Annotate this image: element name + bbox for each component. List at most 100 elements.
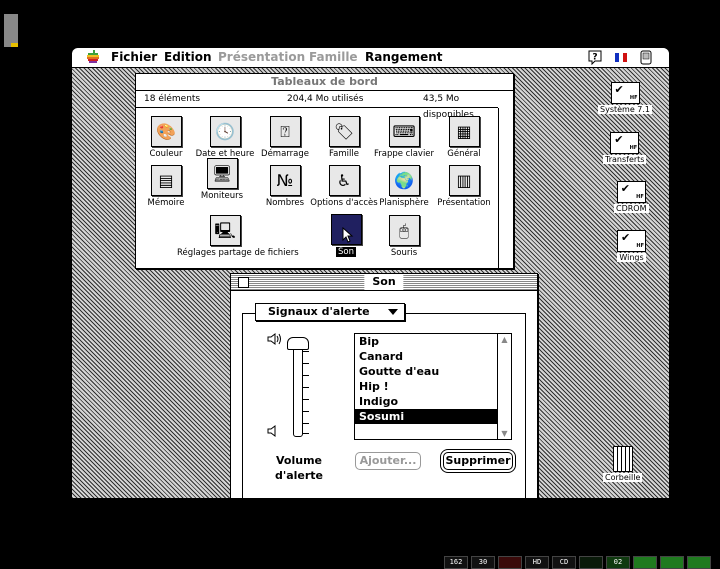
panel-label: Nombres: [265, 198, 305, 208]
alert-sound-list[interactable]: Bip Canard Goutte d'eau Hip ! Indigo Sos…: [354, 333, 512, 440]
menu-fichier[interactable]: Fichier: [111, 50, 157, 64]
disk-used: 204,4 Mo utilisés: [287, 94, 364, 104]
list-item[interactable]: Indigo: [355, 394, 497, 409]
volume-label-line2: d'alerte: [274, 469, 324, 482]
menu-bar: Fichier Edition Présentation Famille Ran…: [72, 48, 669, 68]
keyboard-icon: ⌨: [388, 116, 420, 147]
application-menu-icon[interactable]: [638, 50, 654, 65]
desktop-disk-wings[interactable]: ✔ Wings: [617, 230, 646, 262]
panel-partage-fichiers[interactable]: 🖳 Réglages partage de fichiers: [177, 215, 299, 258]
vertical-scrollbar[interactable]: [498, 108, 513, 268]
mouse-icon: 🖱: [388, 215, 420, 246]
numbers-icon: №: [269, 165, 301, 196]
slider-tick: [303, 433, 309, 434]
volume-slider-track[interactable]: [293, 343, 303, 437]
panel-label: Couleur: [149, 149, 183, 159]
list-item[interactable]: Hip !: [355, 379, 497, 394]
slider-tick: [303, 375, 309, 376]
window-title: Tableaux de bord: [263, 74, 386, 90]
desktop-icon-label: Système 7.1: [598, 105, 653, 114]
apple-menu-icon[interactable]: [86, 50, 100, 64]
status-hd: HD: [525, 556, 549, 569]
status-led: [579, 556, 603, 569]
hard-disk-icon: ✔: [610, 132, 640, 154]
panel-label: Mémoire: [147, 198, 185, 208]
mouse-cursor-icon: [342, 227, 353, 243]
status-cd: CD: [552, 556, 576, 569]
menu-rangement[interactable]: Rangement: [365, 50, 443, 64]
slider-tick: [303, 411, 309, 412]
speaker-loud-icon: [267, 333, 281, 345]
add-sound-button[interactable]: Ajouter...: [355, 452, 421, 470]
window-info-bar: 18 éléments 204,4 Mo utilisés 43,5 Mo di…: [136, 91, 498, 120]
slider-tick: [303, 363, 309, 364]
menu-famille[interactable]: Famille: [309, 50, 358, 64]
panel-label: Planisphère: [379, 198, 429, 208]
volume-label: Volume d'alerte: [267, 453, 331, 483]
help-balloon-icon[interactable]: ?: [587, 50, 603, 65]
list-item[interactable]: Bip: [355, 334, 497, 349]
desktop-disk-cdrom[interactable]: ✔ CDROM: [614, 181, 649, 213]
panel-label: Réglages partage de fichiers: [177, 248, 299, 258]
volume-label-line1: Volume: [276, 454, 322, 467]
menu-presentation[interactable]: Présentation: [218, 50, 305, 64]
status-led: [660, 556, 684, 569]
desktop-icon-label: Transferts: [603, 155, 647, 164]
status-cell: 30: [471, 556, 495, 569]
labels-icon: 🏷: [328, 116, 360, 147]
close-box[interactable]: [238, 277, 249, 288]
delete-sound-button[interactable]: Supprimer: [443, 452, 513, 470]
control-panel-icons: 🎨 Couleur 🕓 Date et heure ⍰ Démarrage 🏷 …: [136, 108, 498, 268]
french-flag-icon[interactable]: [613, 50, 629, 65]
popup-label: Signaux d'alerte: [268, 305, 370, 318]
list-item[interactable]: Canard: [355, 349, 497, 364]
list-item[interactable]: Goutte d'eau: [355, 364, 497, 379]
panel-label: Général: [447, 149, 481, 159]
panel-souris[interactable]: 🖱 Souris: [364, 215, 444, 258]
list-item-selected[interactable]: Sosumi: [355, 409, 497, 424]
control-panels-titlebar[interactable]: Tableaux de bord: [136, 74, 513, 91]
triangle-down-icon: [388, 309, 398, 315]
slider-tick: [303, 351, 309, 352]
panel-general[interactable]: ▦ Général: [424, 116, 498, 159]
scroll-down-arrow-icon[interactable]: ▼: [500, 429, 509, 438]
hard-disk-icon: ✔: [617, 230, 646, 252]
control-panels-window: Tableaux de bord 18 éléments 204,4 Mo ut…: [135, 73, 514, 269]
sound-window: Son Signaux d'alerte Volume d'alerte Bip…: [230, 273, 538, 498]
scroll-up-arrow-icon[interactable]: ▲: [500, 335, 509, 344]
panel-label: Démarrage: [261, 149, 309, 159]
file-sharing-icon: 🖳: [209, 215, 241, 246]
color-palette-icon: 🎨: [150, 116, 182, 147]
status-led: [633, 556, 657, 569]
speaker-icon: [330, 214, 362, 245]
slider-tick: [303, 387, 309, 388]
memory-chip-icon: ▤: [150, 165, 182, 196]
panel-label: Famille: [329, 149, 359, 159]
slider-tick: [303, 423, 309, 424]
panel-label: Présentation: [437, 198, 491, 208]
item-count: 18 éléments: [144, 94, 201, 104]
panel-presentation[interactable]: ▥ Présentation: [424, 165, 498, 208]
svg-text:?: ?: [592, 53, 597, 63]
trash-icon: [612, 446, 633, 472]
menu-edition[interactable]: Edition: [164, 50, 212, 64]
volume-slider-knob[interactable]: [287, 337, 309, 350]
desktop-disk-systeme[interactable]: ✔ Système 7.1: [598, 82, 653, 114]
panel-label: Son: [336, 247, 356, 257]
desktop-icon-label: CDROM: [614, 204, 649, 213]
views-icon: ▥: [448, 165, 480, 196]
status-led: [498, 556, 522, 569]
desktop-disk-transferts[interactable]: ✔ Transferts: [603, 132, 647, 164]
hard-disk-icon: ✔: [610, 82, 640, 104]
status-cell: 02: [606, 556, 630, 569]
window-title: Son: [364, 274, 404, 290]
desktop-icon-label: Corbeille: [603, 473, 643, 482]
monitor-icon: 🖥: [206, 158, 238, 189]
easy-access-icon: ♿: [328, 165, 360, 196]
list-scrollbar[interactable]: ▲ ▼: [497, 334, 511, 439]
slider-tick: [303, 399, 309, 400]
globe-icon: 🌍: [388, 165, 420, 196]
desktop-trash[interactable]: Corbeille: [603, 446, 643, 482]
settings-popup-menu[interactable]: Signaux d'alerte: [255, 303, 405, 321]
sound-titlebar[interactable]: Son: [231, 274, 537, 291]
